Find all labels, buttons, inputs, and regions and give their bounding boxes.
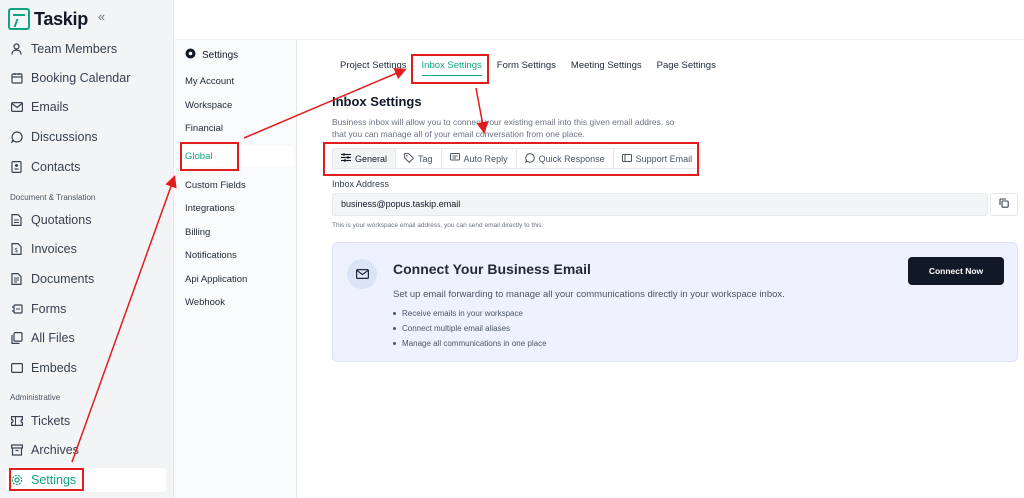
- sidebar-item-label: Forms: [31, 302, 67, 316]
- sidebar-item-label: All Files: [31, 331, 75, 345]
- tag-icon: [404, 152, 415, 165]
- subnav-item-my-account[interactable]: My Account: [185, 76, 234, 87]
- subnav-item-workspace[interactable]: Workspace: [185, 100, 232, 111]
- sidebar-item-tickets[interactable]: Tickets: [10, 410, 70, 432]
- support-icon: [621, 153, 632, 164]
- top-bar: [175, 0, 1024, 40]
- mail-icon: [347, 259, 377, 289]
- user-icon: [10, 43, 23, 56]
- sidebar-item-quotations[interactable]: Quotations: [10, 209, 91, 231]
- subtab-auto-reply[interactable]: Auto Reply: [442, 149, 517, 168]
- settings-subnav-title: Settings: [185, 48, 238, 62]
- sidebar-item-archives[interactable]: Archives: [10, 439, 79, 461]
- tab-page-settings[interactable]: Page Settings: [657, 60, 716, 76]
- connect-now-button[interactable]: Connect Now: [908, 257, 1004, 285]
- app-logo[interactable]: Taskip «: [8, 8, 105, 30]
- subnav-item-webhook[interactable]: Webhook: [185, 297, 225, 308]
- list-item: Receive emails in your workspace: [393, 306, 547, 321]
- sidebar-item-invoices[interactable]: $ Invoices: [10, 238, 77, 260]
- sidebar-section-administrative: Administrative: [10, 393, 61, 402]
- subnav-item-integrations[interactable]: Integrations: [185, 203, 235, 214]
- inbox-address-help: This is your workspace email address, yo…: [332, 222, 544, 229]
- tab-form-settings[interactable]: Form Settings: [497, 60, 556, 76]
- quotation-icon: [10, 214, 23, 227]
- sidebar-item-contacts[interactable]: Contacts: [10, 156, 80, 178]
- sidebar-item-embeds[interactable]: Embeds: [10, 357, 77, 379]
- sidebar-item-label: Tickets: [31, 414, 71, 428]
- sidebar-item-forms[interactable]: Forms: [10, 298, 66, 320]
- subnav-item-global[interactable]: Global: [181, 146, 293, 167]
- sidebar-item-label: Contacts: [31, 160, 81, 174]
- tab-inbox-settings[interactable]: Inbox Settings: [421, 60, 482, 76]
- embed-icon: [10, 362, 23, 375]
- sidebar-item-label: Emails: [31, 100, 69, 114]
- sidebar-item-label: Settings: [31, 473, 77, 487]
- subnav-item-financial[interactable]: Financial: [185, 123, 223, 134]
- sidebar-item-label: Booking Calendar: [31, 71, 131, 85]
- settings-subnav: Settings My Account Workspace Financial …: [175, 40, 297, 498]
- ticket-icon: [10, 415, 23, 428]
- inbox-address-label: Inbox Address: [332, 179, 390, 189]
- connect-email-card: Connect Your Business Email Set up email…: [332, 242, 1018, 362]
- calendar-icon: [10, 72, 23, 85]
- sidebar-item-label: Embeds: [31, 361, 77, 375]
- subnav-item-notifications[interactable]: Notifications: [185, 250, 237, 261]
- connect-card-description: Set up email forwarding to manage all yo…: [393, 289, 785, 300]
- inbox-address-field[interactable]: business@popus.taskip.email: [332, 193, 988, 216]
- sidebar-item-team-members[interactable]: Team Members: [10, 38, 117, 60]
- subtab-tag[interactable]: Tag: [396, 149, 442, 168]
- sidebar-item-settings[interactable]: Settings: [6, 468, 166, 492]
- sidebar-item-label: Discussions: [31, 130, 98, 144]
- subtab-support-email[interactable]: Support Email: [614, 149, 701, 168]
- chat-icon: [10, 131, 23, 144]
- page-description: Business inbox will allow you to connect…: [332, 117, 675, 139]
- sidebar-item-documents[interactable]: Documents: [10, 268, 94, 290]
- chat-icon: [524, 152, 535, 165]
- files-icon: [10, 332, 23, 345]
- tab-meeting-settings[interactable]: Meeting Settings: [571, 60, 642, 76]
- subnav-item-billing[interactable]: Billing: [185, 227, 210, 238]
- tab-project-settings[interactable]: Project Settings: [340, 60, 407, 76]
- subtab-quick-response[interactable]: Quick Response: [517, 149, 614, 168]
- archive-icon: [10, 444, 23, 457]
- list-item: Connect multiple email aliases: [393, 321, 547, 336]
- inbox-subtabs: General Tag Auto Reply Quick Response Su…: [332, 148, 702, 169]
- sidebar-section-document: Document & Translation: [10, 193, 96, 202]
- copy-address-button[interactable]: [990, 193, 1018, 216]
- sidebar-item-all-files[interactable]: All Files: [10, 327, 75, 349]
- subtab-general[interactable]: General: [333, 149, 397, 168]
- collapse-sidebar-icon[interactable]: «: [98, 9, 105, 24]
- copy-icon: [999, 198, 1009, 211]
- main-sidebar: Taskip « Team Members Booking Calendar E…: [0, 0, 174, 498]
- sidebar-item-label: Documents: [31, 272, 95, 286]
- mail-icon: [10, 101, 23, 114]
- sidebar-item-label: Invoices: [31, 242, 77, 256]
- sidebar-item-label: Quotations: [31, 213, 92, 227]
- document-icon: [10, 273, 23, 286]
- sidebar-item-label: Archives: [31, 443, 79, 457]
- gear-icon: [10, 474, 23, 487]
- taskip-logo-icon: [8, 8, 30, 30]
- sidebar-item-emails[interactable]: Emails: [10, 96, 69, 118]
- reply-icon: [449, 153, 460, 164]
- page-title: Inbox Settings: [332, 94, 422, 109]
- svg-text:$: $: [14, 247, 18, 254]
- connect-card-bullets: Receive emails in your workspace Connect…: [393, 306, 547, 351]
- sidebar-item-label: Team Members: [31, 42, 118, 56]
- invoice-icon: $: [10, 243, 23, 256]
- sidebar-item-booking-calendar[interactable]: Booking Calendar: [10, 67, 130, 89]
- settings-tabs: Project Settings Inbox Settings Form Set…: [340, 60, 731, 76]
- connect-card-title: Connect Your Business Email: [393, 261, 591, 277]
- settings-icon: [185, 48, 196, 62]
- subnav-item-custom-fields[interactable]: Custom Fields: [185, 180, 246, 191]
- contact-icon: [10, 161, 23, 174]
- sidebar-item-discussions[interactable]: Discussions: [10, 126, 98, 148]
- sliders-icon: [341, 153, 351, 164]
- subnav-item-api-application[interactable]: Api Application: [185, 274, 247, 285]
- list-item: Manage all communications in one place: [393, 336, 547, 351]
- app-name: Taskip: [34, 8, 88, 29]
- form-icon: [10, 303, 23, 316]
